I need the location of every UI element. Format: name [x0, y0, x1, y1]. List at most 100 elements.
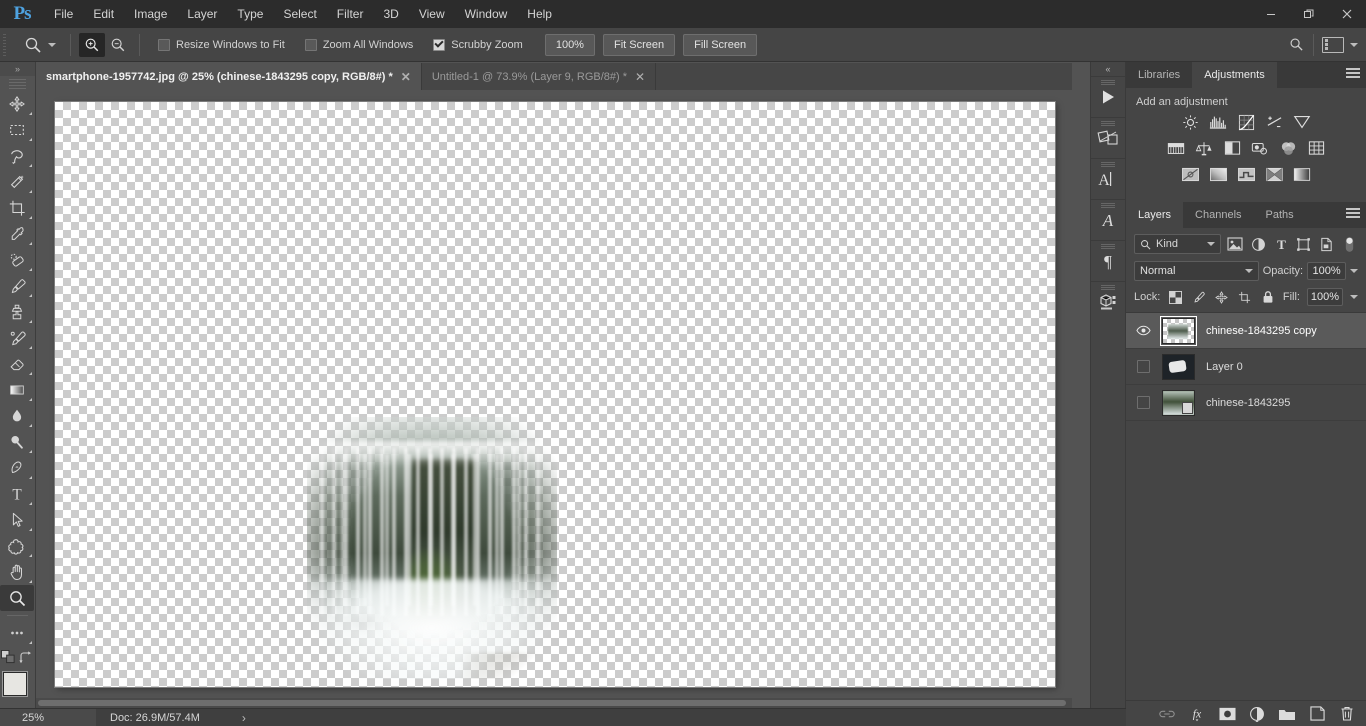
layer-visibility-toggle[interactable] [1130, 325, 1156, 336]
curves-icon[interactable] [1235, 112, 1257, 132]
tab-adjustments[interactable]: Adjustments [1192, 62, 1277, 88]
filter-type-layers-icon[interactable]: T [1273, 235, 1290, 253]
filter-shape-layers-icon[interactable] [1295, 235, 1312, 253]
exposure-icon[interactable] [1263, 112, 1285, 132]
gradient-map-icon[interactable] [1291, 164, 1313, 184]
layer-visibility-empty-box[interactable] [1136, 396, 1150, 409]
tab-layers[interactable]: Layers [1126, 202, 1184, 228]
table-row[interactable]: Layer 0 [1126, 349, 1366, 385]
link-layers-icon[interactable] [1158, 705, 1176, 723]
new-group-icon[interactable] [1278, 705, 1296, 723]
blend-mode-chevron-down-icon[interactable] [1244, 269, 1253, 273]
selective-color-icon[interactable] [1263, 164, 1285, 184]
canvas-horizontal-scrollbar[interactable] [36, 698, 1072, 708]
menu-file[interactable]: File [44, 0, 83, 28]
clone-stamp-tool[interactable] [0, 299, 34, 325]
document-tab-active[interactable]: smartphone-1957742.jpg @ 25% (chinese-18… [36, 63, 422, 90]
invert-icon[interactable] [1179, 164, 1201, 184]
glyphs-panel-icon[interactable]: A [1091, 199, 1125, 240]
tool-preset-chevron-down-icon[interactable] [48, 42, 56, 47]
table-row[interactable]: chinese-1843295 copy [1126, 313, 1366, 349]
timeline-play-icon[interactable] [1091, 76, 1125, 117]
dodge-tool[interactable] [0, 429, 34, 455]
history-brush-tool[interactable] [0, 325, 34, 351]
zoom-100-button[interactable]: 100% [544, 33, 595, 56]
document-tab-inactive[interactable]: Untitled-1 @ 73.9% (Layer 9, RGB/8#) * ✕ [421, 63, 657, 90]
menu-help[interactable]: Help [517, 0, 562, 28]
zoom-all-windows-checkbox[interactable]: Zoom All Windows [304, 38, 413, 51]
tab-libraries[interactable]: Libraries [1126, 62, 1193, 88]
workspace-switcher-icon[interactable] [1322, 36, 1344, 53]
posterize-icon[interactable] [1207, 164, 1229, 184]
filter-smart-objects-icon[interactable] [1318, 235, 1335, 253]
edit-toolbar-tool[interactable] [0, 620, 34, 646]
black-and-white-icon[interactable] [1221, 138, 1243, 158]
active-tool-preview[interactable] [10, 32, 62, 58]
move-tool[interactable] [0, 91, 34, 117]
lock-position-icon[interactable] [1214, 288, 1230, 306]
opacity-input[interactable]: 100% [1307, 262, 1346, 280]
layer-thumbnail[interactable] [1156, 315, 1200, 346]
opacity-chevron-down-icon[interactable] [1350, 269, 1358, 273]
blur-tool[interactable] [0, 403, 34, 429]
layer-thumbnail[interactable] [1156, 389, 1200, 416]
brightness-contrast-icon[interactable] [1179, 112, 1201, 132]
paragraph-panel-icon[interactable]: ¶ [1091, 240, 1125, 281]
tab-channels[interactable]: Channels [1183, 202, 1254, 228]
options-bar-grip[interactable] [0, 27, 10, 62]
hand-tool[interactable] [0, 559, 34, 585]
layer-name[interactable]: Layer 0 [1200, 361, 1243, 373]
brush-tool[interactable] [0, 273, 34, 299]
scrubby-zoom-checkbox-box[interactable] [433, 38, 446, 51]
status-zoom-level[interactable]: 25% [0, 708, 96, 726]
new-layer-icon[interactable] [1308, 705, 1326, 723]
adjustments-panel-menu-icon[interactable] [1346, 68, 1360, 80]
layers-panel-menu-icon[interactable] [1346, 208, 1360, 220]
photo-filter-icon[interactable] [1249, 138, 1271, 158]
artboard-frame[interactable] [55, 102, 1055, 687]
zoom-out-button[interactable] [105, 33, 131, 57]
layer-comps-icon[interactable] [1091, 117, 1125, 158]
layer-thumbnail[interactable] [1156, 353, 1200, 380]
layer-name[interactable]: chinese-1843295 [1200, 397, 1290, 409]
swap-colors-icon[interactable] [19, 650, 33, 664]
channel-mixer-icon[interactable] [1277, 138, 1299, 158]
menu-layer[interactable]: Layer [177, 0, 227, 28]
hue-saturation-icon[interactable] [1165, 138, 1187, 158]
character-panel-icon[interactable]: A [1091, 158, 1125, 199]
lock-artboard-nesting-icon[interactable] [1237, 288, 1253, 306]
eraser-tool[interactable] [0, 351, 34, 377]
close-icon[interactable]: ✕ [401, 71, 411, 83]
toolbar-collapse-button[interactable]: » [0, 62, 35, 76]
delete-layer-icon[interactable] [1338, 705, 1356, 723]
status-expand-arrow-icon[interactable]: › [242, 711, 246, 725]
menu-window[interactable]: Window [455, 0, 518, 28]
close-button[interactable] [1328, 0, 1366, 28]
lock-all-icon[interactable] [1260, 288, 1276, 306]
layer-filter-kind-select[interactable]: Kind [1134, 234, 1221, 254]
layer-visibility-toggle[interactable] [1130, 396, 1156, 409]
scrubby-zoom-checkbox[interactable]: Scrubby Zoom [433, 38, 523, 51]
layer-style-fx-icon[interactable]: fx [1188, 705, 1206, 723]
menu-image[interactable]: Image [124, 0, 177, 28]
levels-icon[interactable] [1207, 112, 1229, 132]
minimize-button[interactable] [1252, 0, 1290, 28]
canvas-area[interactable] [36, 90, 1072, 708]
zoom-in-button[interactable] [79, 32, 105, 57]
eyedropper-tool[interactable] [0, 221, 34, 247]
dock-collapse-button[interactable]: « [1091, 62, 1125, 76]
color-lookup-icon[interactable] [1305, 138, 1327, 158]
custom-shape-tool[interactable] [0, 533, 34, 559]
menu-3d[interactable]: 3D [373, 0, 408, 28]
menu-filter[interactable]: Filter [327, 0, 374, 28]
lasso-tool[interactable] [0, 143, 34, 169]
restore-button[interactable] [1290, 0, 1328, 28]
menu-edit[interactable]: Edit [83, 0, 124, 28]
filter-toggle-switch-icon[interactable] [1341, 235, 1358, 253]
fill-screen-button[interactable]: Fill Screen [683, 33, 758, 56]
fit-screen-button[interactable]: Fit Screen [602, 33, 676, 56]
close-icon[interactable]: ✕ [635, 71, 645, 83]
menu-view[interactable]: View [409, 0, 455, 28]
canvas-scrollbar-thumb[interactable] [38, 700, 1066, 706]
fill-input[interactable]: 100% [1306, 288, 1343, 306]
